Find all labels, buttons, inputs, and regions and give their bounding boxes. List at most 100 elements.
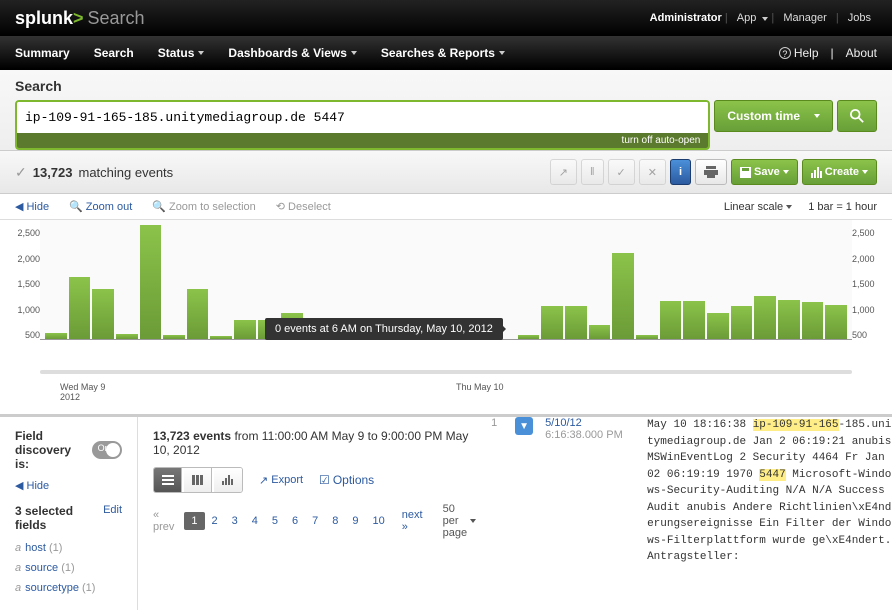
chart-bar[interactable] [45, 333, 67, 339]
page-number[interactable]: 6 [285, 512, 305, 530]
view-list[interactable] [154, 468, 182, 492]
save-button[interactable]: Save [731, 159, 798, 185]
user-link[interactable]: Administrator [650, 12, 722, 24]
caret-down-icon [198, 51, 204, 55]
chart-bar[interactable] [92, 289, 114, 339]
chart-bar[interactable] [612, 253, 634, 339]
app-menu[interactable]: App [737, 12, 757, 24]
chart-bar[interactable] [140, 225, 162, 339]
nav-searches[interactable]: Searches & Reports [381, 46, 505, 60]
search-input[interactable] [17, 102, 708, 133]
page-number[interactable]: 2 [205, 512, 225, 530]
x-axis: Wed May 9 2012 Thu May 10 [0, 378, 892, 414]
save-icon [740, 167, 751, 178]
deselect-icon: ⟲ [276, 200, 285, 213]
page-number[interactable]: 9 [345, 512, 365, 530]
field-discovery-toggle[interactable]: On [92, 441, 122, 459]
options-button[interactable]: ☑Options [319, 473, 374, 487]
sidebar-hide[interactable]: ◀ Hide [15, 479, 122, 492]
page-number[interactable]: 5 [265, 512, 285, 530]
page-number[interactable]: 4 [245, 512, 265, 530]
results-bar: ✓ 13,723 matching events ↗ ‖ ✓ ✕ i Save … [0, 151, 892, 194]
chart-bar[interactable] [589, 325, 611, 339]
chart-bar[interactable] [116, 334, 138, 339]
time-picker[interactable]: Custom time [714, 100, 833, 132]
event-expand-button[interactable]: ▼ [515, 417, 533, 435]
event-row: 1 ▼ 5/10/12 6:16:38.000 PM May 10 18:16:… [491, 417, 892, 610]
view-chart[interactable] [214, 468, 242, 492]
options-icon: ☑ [319, 473, 330, 487]
chart-bar[interactable] [69, 277, 91, 339]
event-raw[interactable]: May 10 18:16:38 ip-109-91-165-185.unitym… [647, 417, 892, 610]
timeline-hide[interactable]: ◀Hide [15, 200, 49, 213]
caret-down-icon [351, 51, 357, 55]
caret-down-icon [786, 205, 792, 209]
logo-appname: Search [88, 8, 145, 28]
chart-bar[interactable] [802, 302, 824, 339]
chart-bar[interactable] [754, 296, 776, 339]
timeline-chart[interactable]: 2,5002,0001,5001,000500 2,5002,0001,5001… [0, 220, 892, 370]
field-item[interactable]: asource (1) [15, 558, 122, 578]
edit-fields[interactable]: Edit [103, 504, 122, 532]
print-icon [704, 166, 718, 178]
jobs-link[interactable]: Jobs [848, 12, 871, 24]
auto-open-toggle[interactable]: turn off auto-open [17, 133, 708, 148]
help-icon: ? [779, 47, 791, 59]
nav-summary[interactable]: Summary [15, 46, 70, 60]
export-button[interactable]: ↗Export [259, 474, 303, 487]
chart-bar[interactable] [825, 305, 847, 339]
field-item[interactable]: ahost (1) [15, 538, 122, 558]
collapse-icon: ◀ [15, 480, 23, 492]
chart-bar[interactable] [541, 306, 563, 339]
page-number[interactable]: 7 [305, 512, 325, 530]
timeline-zoomout[interactable]: 🔍Zoom out [69, 200, 132, 213]
view-table[interactable] [184, 468, 212, 492]
nav-status[interactable]: Status [158, 46, 205, 60]
chart-bar[interactable] [683, 301, 705, 339]
print-button[interactable] [695, 159, 727, 185]
chart-bar[interactable] [636, 335, 658, 339]
page-number[interactable]: 8 [325, 512, 345, 530]
top-links: Administrator | App | Manager | Jobs [650, 12, 877, 24]
timeline-zoomsel[interactable]: 🔍Zoom to selection [152, 200, 256, 213]
check-icon: ✓ [15, 164, 27, 181]
chart-bar[interactable] [778, 300, 800, 340]
help-link[interactable]: ?Help [779, 46, 819, 60]
caret-down-icon [814, 114, 820, 118]
scale-picker[interactable]: Linear scale [724, 201, 792, 213]
chart-bar[interactable] [234, 320, 256, 339]
job-pause-button[interactable]: ‖ [581, 159, 604, 185]
chart-bar[interactable] [731, 306, 753, 339]
about-link[interactable]: About [846, 46, 877, 60]
chart-bar[interactable] [518, 335, 540, 339]
job-inspect-button[interactable]: i [670, 159, 691, 185]
chart-bar[interactable] [210, 336, 232, 339]
top-bar: splunk>Search Administrator | App | Mana… [0, 0, 892, 36]
chart-bar[interactable] [187, 289, 209, 339]
nav-search[interactable]: Search [94, 46, 134, 60]
zoom-in-icon: 🔍 [152, 200, 166, 213]
search-button[interactable] [837, 100, 877, 132]
event-time: 5/10/12 6:16:38.000 PM [545, 417, 635, 610]
job-send-button[interactable]: ↗ [550, 159, 577, 185]
chart-bar[interactable] [660, 301, 682, 339]
page-number[interactable]: 10 [366, 512, 392, 530]
chart-bar[interactable] [163, 335, 185, 339]
create-button[interactable]: Create [802, 159, 877, 185]
page-number[interactable]: 3 [225, 512, 245, 530]
nav-dashboards[interactable]: Dashboards & Views [228, 46, 357, 60]
job-finalize-button[interactable]: ✓ [608, 159, 635, 185]
chart-bar[interactable] [707, 313, 729, 339]
zoom-out-icon: 🔍 [69, 200, 83, 213]
manager-link[interactable]: Manager [783, 12, 826, 24]
logo-caret: > [73, 8, 84, 28]
chart-bar[interactable] [565, 306, 587, 339]
job-cancel-button[interactable]: ✕ [639, 159, 666, 185]
pagination: « prev 12345678910 next » [153, 509, 423, 533]
perpage-picker[interactable]: 50 per page [443, 503, 476, 539]
timeline-toolbar: ◀Hide 🔍Zoom out 🔍Zoom to selection ⟲Dese… [0, 194, 892, 220]
field-item[interactable]: asourcetype (1) [15, 578, 122, 598]
page-next[interactable]: next » [402, 509, 423, 533]
timeline-deselect[interactable]: ⟲Deselect [276, 200, 331, 213]
page-number[interactable]: 1 [184, 512, 204, 530]
